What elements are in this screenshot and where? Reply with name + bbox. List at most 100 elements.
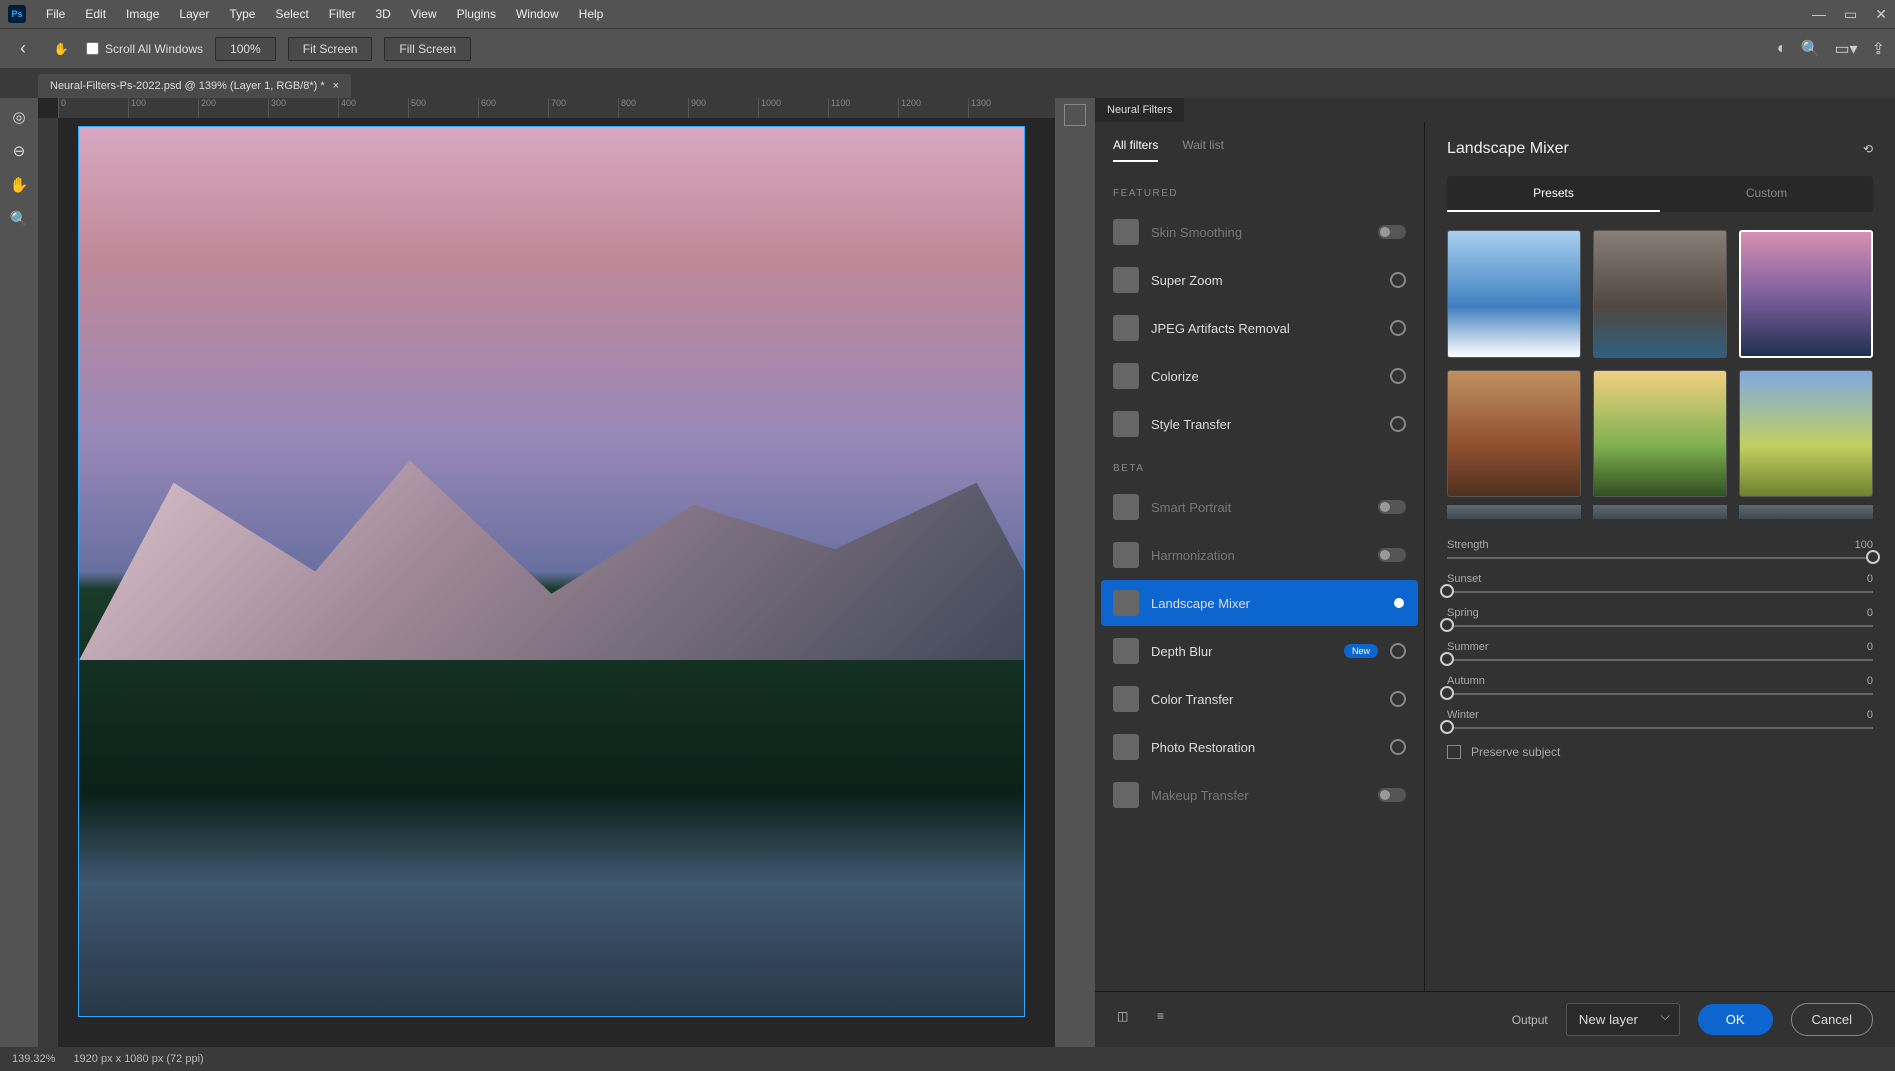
preset-thumbnail[interactable] [1739, 370, 1873, 498]
close-tab-icon[interactable]: × [333, 80, 339, 92]
filter-label: Makeup Transfer [1151, 788, 1366, 803]
slider-value: 0 [1867, 607, 1873, 619]
preset-thumbnail[interactable] [1447, 370, 1581, 498]
back-button[interactable]: ‹ [10, 36, 36, 62]
output-select[interactable]: New layer [1566, 1003, 1680, 1036]
menu-help[interactable]: Help [569, 7, 614, 21]
slider-winter[interactable]: Winter0 [1447, 709, 1873, 729]
preserve-subject-checkbox[interactable]: Preserve subject [1447, 745, 1873, 759]
minimize-icon[interactable]: — [1812, 6, 1826, 23]
canvas-area: 0100200300400500600700800900100011001200… [38, 98, 1055, 1047]
filter-makeup-transfer[interactable]: Makeup Transfer [1101, 772, 1418, 818]
preset-thumbnail[interactable] [1593, 230, 1727, 358]
menu-select[interactable]: Select [265, 7, 318, 21]
panel-tab[interactable]: Neural Filters [1095, 98, 1184, 122]
menu-3d[interactable]: 3D [365, 7, 400, 21]
preset-thumbnail[interactable] [1739, 505, 1873, 519]
slider-strength[interactable]: Strength100 [1447, 539, 1873, 559]
filter-toggle[interactable] [1390, 739, 1406, 755]
filter-thumb-icon [1113, 219, 1139, 245]
preset-thumbnail[interactable] [1447, 230, 1581, 358]
filter-thumb-icon [1113, 494, 1139, 520]
filter-photo-restoration[interactable]: Photo Restoration [1101, 724, 1418, 770]
reset-icon[interactable]: ⟲ [1863, 142, 1873, 156]
layers-icon[interactable]: ◫ [1117, 1009, 1139, 1031]
preset-thumbnail[interactable] [1593, 370, 1727, 498]
menu-image[interactable]: Image [116, 7, 169, 21]
zoom-tool[interactable]: 🔍 [6, 206, 32, 232]
zoom-level-button[interactable]: 100% [215, 37, 276, 61]
panel-footer: ◫ ≡ Output New layer OK Cancel [1095, 991, 1895, 1047]
filter-toggle[interactable] [1390, 320, 1406, 336]
fit-screen-button[interactable]: Fit Screen [288, 37, 373, 61]
filter-toggle[interactable] [1378, 548, 1406, 562]
filter-toggle[interactable] [1378, 596, 1406, 610]
cancel-button[interactable]: Cancel [1791, 1003, 1873, 1036]
close-icon[interactable]: ✕ [1875, 6, 1887, 23]
menu-filter[interactable]: Filter [319, 7, 366, 21]
filter-color-transfer[interactable]: Color Transfer [1101, 676, 1418, 722]
tab-all-filters[interactable]: All filters [1113, 138, 1158, 162]
document-tab[interactable]: Neural-Filters-Ps-2022.psd @ 139% (Layer… [38, 74, 351, 98]
slider-value: 100 [1855, 539, 1873, 551]
cloud-account-icon[interactable]: ◐ [1777, 40, 1787, 58]
filter-toggle[interactable] [1390, 643, 1406, 659]
tab-custom[interactable]: Custom [1660, 176, 1873, 212]
menu-plugins[interactable]: Plugins [447, 7, 506, 21]
filter-smart-portrait[interactable]: Smart Portrait [1101, 484, 1418, 530]
canvas[interactable] [78, 126, 1025, 1017]
filter-jpeg-artifacts-removal[interactable]: JPEG Artifacts Removal [1101, 305, 1418, 351]
filter-toggle[interactable] [1390, 272, 1406, 288]
filter-skin-smoothing[interactable]: Skin Smoothing [1101, 209, 1418, 255]
filter-toggle[interactable] [1378, 500, 1406, 514]
filter-style-transfer[interactable]: Style Transfer [1101, 401, 1418, 447]
panel-collapse-strip[interactable] [1055, 98, 1095, 1047]
slider-sunset[interactable]: Sunset0 [1447, 573, 1873, 593]
menu-view[interactable]: View [401, 7, 447, 21]
filter-toggle[interactable] [1390, 368, 1406, 384]
preset-thumbnail[interactable] [1447, 505, 1581, 519]
stack-icon[interactable]: ≡ [1157, 1009, 1179, 1031]
slider-autumn[interactable]: Autumn0 [1447, 675, 1873, 695]
hand-tool[interactable]: ✋ [6, 172, 32, 198]
scroll-all-checkbox[interactable]: Scroll All Windows [86, 42, 203, 56]
zoom-out-icon[interactable]: ⊖ [6, 138, 32, 164]
workspace-icon[interactable]: ▭▾ [1834, 39, 1857, 59]
fill-screen-button[interactable]: Fill Screen [384, 37, 471, 61]
filter-harmonization[interactable]: Harmonization [1101, 532, 1418, 578]
filter-label: Landscape Mixer [1151, 596, 1366, 611]
slider-spring[interactable]: Spring0 [1447, 607, 1873, 627]
filter-toggle[interactable] [1390, 416, 1406, 432]
filter-toggle[interactable] [1390, 691, 1406, 707]
filter-thumb-icon [1113, 411, 1139, 437]
ok-button[interactable]: OK [1698, 1004, 1773, 1035]
maximize-icon[interactable]: ▭ [1844, 6, 1857, 23]
filter-toggle[interactable] [1378, 788, 1406, 802]
preset-thumbnail[interactable] [1593, 505, 1727, 519]
filter-super-zoom[interactable]: Super Zoom [1101, 257, 1418, 303]
share-icon[interactable]: ⇪ [1872, 39, 1885, 59]
filter-toggle[interactable] [1378, 225, 1406, 239]
tab-presets[interactable]: Presets [1447, 176, 1660, 212]
filters-list: All filters Wait list FEATURED Skin Smoo… [1095, 122, 1425, 991]
menu-window[interactable]: Window [506, 7, 569, 21]
filter-thumb-icon [1113, 363, 1139, 389]
menu-type[interactable]: Type [219, 7, 265, 21]
menu-file[interactable]: File [36, 7, 75, 21]
menu-edit[interactable]: Edit [75, 7, 116, 21]
mixer-title: Landscape Mixer [1447, 140, 1569, 158]
preset-thumbnail-selected[interactable] [1739, 230, 1873, 358]
filter-landscape-mixer[interactable]: Landscape Mixer [1101, 580, 1418, 626]
hand-tool-icon[interactable]: ✋ [48, 36, 74, 62]
slider-summer[interactable]: Summer0 [1447, 641, 1873, 661]
menu-layer[interactable]: Layer [169, 7, 219, 21]
filter-depth-blur[interactable]: Depth BlurNew [1101, 628, 1418, 674]
filter-thumb-icon [1113, 267, 1139, 293]
search-icon[interactable]: 🔍 [1801, 39, 1821, 59]
filter-thumb-icon [1113, 638, 1139, 664]
filter-colorize[interactable]: Colorize [1101, 353, 1418, 399]
filter-thumb-icon [1113, 590, 1139, 616]
tab-wait-list[interactable]: Wait list [1182, 138, 1224, 162]
panel-icon[interactable] [1064, 104, 1086, 126]
target-icon[interactable]: ◎ [6, 104, 32, 130]
